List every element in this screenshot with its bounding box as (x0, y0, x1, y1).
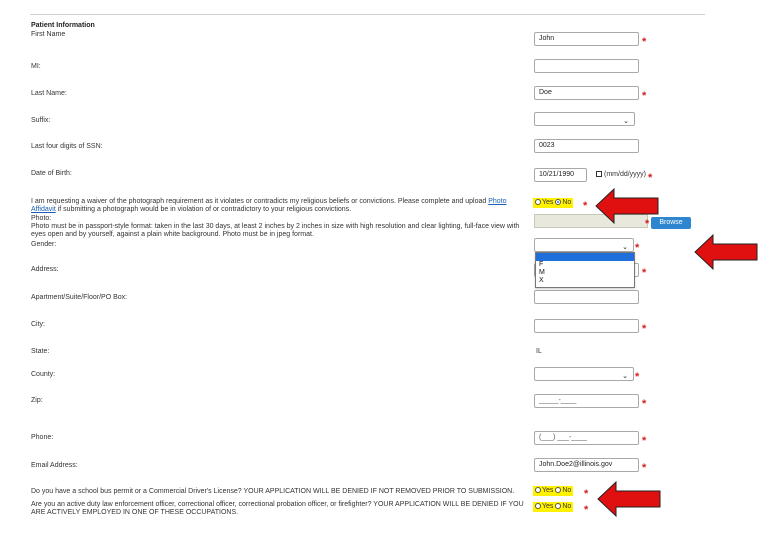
required-marker: * (642, 267, 647, 279)
required-marker: * (583, 200, 588, 212)
gender-dropdown: F M X (535, 252, 635, 288)
arrow-shape (694, 233, 758, 271)
bus-permit-yes-label: Yes (542, 487, 554, 494)
dob-input[interactable]: 10/21/1990 (534, 168, 587, 182)
photo-description: Photo must be in passport-style format: … (31, 223, 520, 238)
waiver-yes-radio[interactable] (535, 199, 541, 205)
chevron-down-icon: ⌄ (622, 373, 628, 380)
first-name-label: First Name (31, 31, 66, 38)
waiver-radio-group: Yes No (533, 198, 574, 208)
required-marker: * (642, 323, 647, 335)
city-input[interactable] (534, 319, 639, 333)
dob-hint: (mm/dd/yyyy) (596, 171, 646, 178)
mi-input[interactable] (534, 59, 639, 73)
mi-label: MI: (31, 63, 41, 70)
dob-format-hint: (mm/dd/yyyy) (604, 171, 646, 178)
annotation-arrow-waiver (595, 187, 659, 225)
county-label: County: (31, 371, 56, 378)
waiver-no-radio[interactable] (555, 199, 562, 205)
waiver-text: I am requesting a waiver of the photogra… (31, 198, 529, 214)
dob-label: Date of Birth: (31, 170, 72, 177)
gender-option-m[interactable]: M (536, 269, 634, 277)
bus-permit-question: Do you have a school bus permit or a Com… (31, 488, 515, 495)
required-marker: * (584, 504, 589, 516)
law-enforcement-no-radio[interactable] (555, 503, 562, 509)
ssn-label: Last four digits of SSN: (31, 143, 103, 150)
first-name-input[interactable]: John (534, 32, 639, 46)
section-title: Patient Information (31, 22, 95, 29)
waiver-yes-label: Yes (542, 199, 554, 206)
state-value: IL (536, 348, 542, 355)
required-marker: * (635, 242, 640, 254)
apartment-label: Apartment/Suite/Floor/PO Box: (31, 294, 128, 301)
last-name-input[interactable]: Doe (534, 86, 639, 100)
bus-permit-no-label: No (562, 487, 572, 494)
photo-label: Photo: (31, 215, 52, 222)
gender-select[interactable]: ⌄ (534, 238, 634, 252)
state-label: State: (31, 348, 50, 355)
waiver-no-label: No (562, 199, 572, 206)
required-marker: * (642, 90, 647, 102)
gender-option-x[interactable]: X (536, 277, 634, 285)
bus-permit-radio-group: Yes No (533, 486, 574, 496)
gender-label: Gender: (31, 241, 57, 248)
annotation-arrow-occupation (597, 480, 661, 518)
law-enforcement-yes-label: Yes (542, 503, 554, 510)
required-marker: * (642, 398, 647, 410)
law-enforcement-yes-radio[interactable] (535, 503, 541, 509)
last-name-label: Last Name: (31, 90, 67, 97)
required-marker: * (635, 371, 640, 383)
required-marker: * (642, 435, 647, 447)
suffix-select[interactable]: ⌄ (534, 112, 635, 126)
phone-input[interactable]: (___) ___-____ (534, 431, 639, 445)
chevron-down-icon: ⌄ (623, 118, 629, 125)
required-marker: * (584, 488, 589, 500)
gender-option-blank[interactable] (536, 253, 634, 261)
email-input[interactable]: John.Doe2@illinois.gov (534, 458, 639, 472)
ssn-input[interactable]: 0023 (534, 139, 639, 153)
suffix-label: Suffix: (31, 117, 51, 124)
required-marker: * (642, 36, 647, 48)
waiver-text-before: I am requesting a waiver of the photogra… (31, 198, 489, 205)
waiver-text-after: if submitting a photograph would be in v… (55, 206, 352, 213)
annotation-arrow-browse (694, 233, 758, 271)
email-label: Email Address: (31, 462, 78, 469)
law-enforcement-radio-group: Yes No (533, 502, 574, 512)
address-label: Address: (31, 266, 59, 273)
bus-permit-yes-radio[interactable] (535, 487, 541, 493)
calendar-icon[interactable] (596, 171, 602, 177)
zip-label: Zip: (31, 397, 43, 404)
zip-input[interactable]: _____-____ (534, 394, 639, 408)
county-select[interactable]: ⌄ (534, 367, 634, 381)
law-enforcement-question: Are you an active duty law enforcement o… (31, 501, 524, 516)
gender-option-f[interactable]: F (536, 261, 634, 269)
required-marker: * (648, 172, 653, 184)
bus-permit-no-radio[interactable] (555, 487, 562, 493)
arrow-shape (595, 187, 659, 225)
required-marker: * (642, 462, 647, 474)
arrow-shape (597, 480, 661, 518)
top-divider (30, 14, 705, 15)
phone-label: Phone: (31, 434, 54, 441)
law-enforcement-no-label: No (562, 503, 572, 510)
apartment-input[interactable] (534, 290, 639, 304)
city-label: City: (31, 321, 45, 328)
